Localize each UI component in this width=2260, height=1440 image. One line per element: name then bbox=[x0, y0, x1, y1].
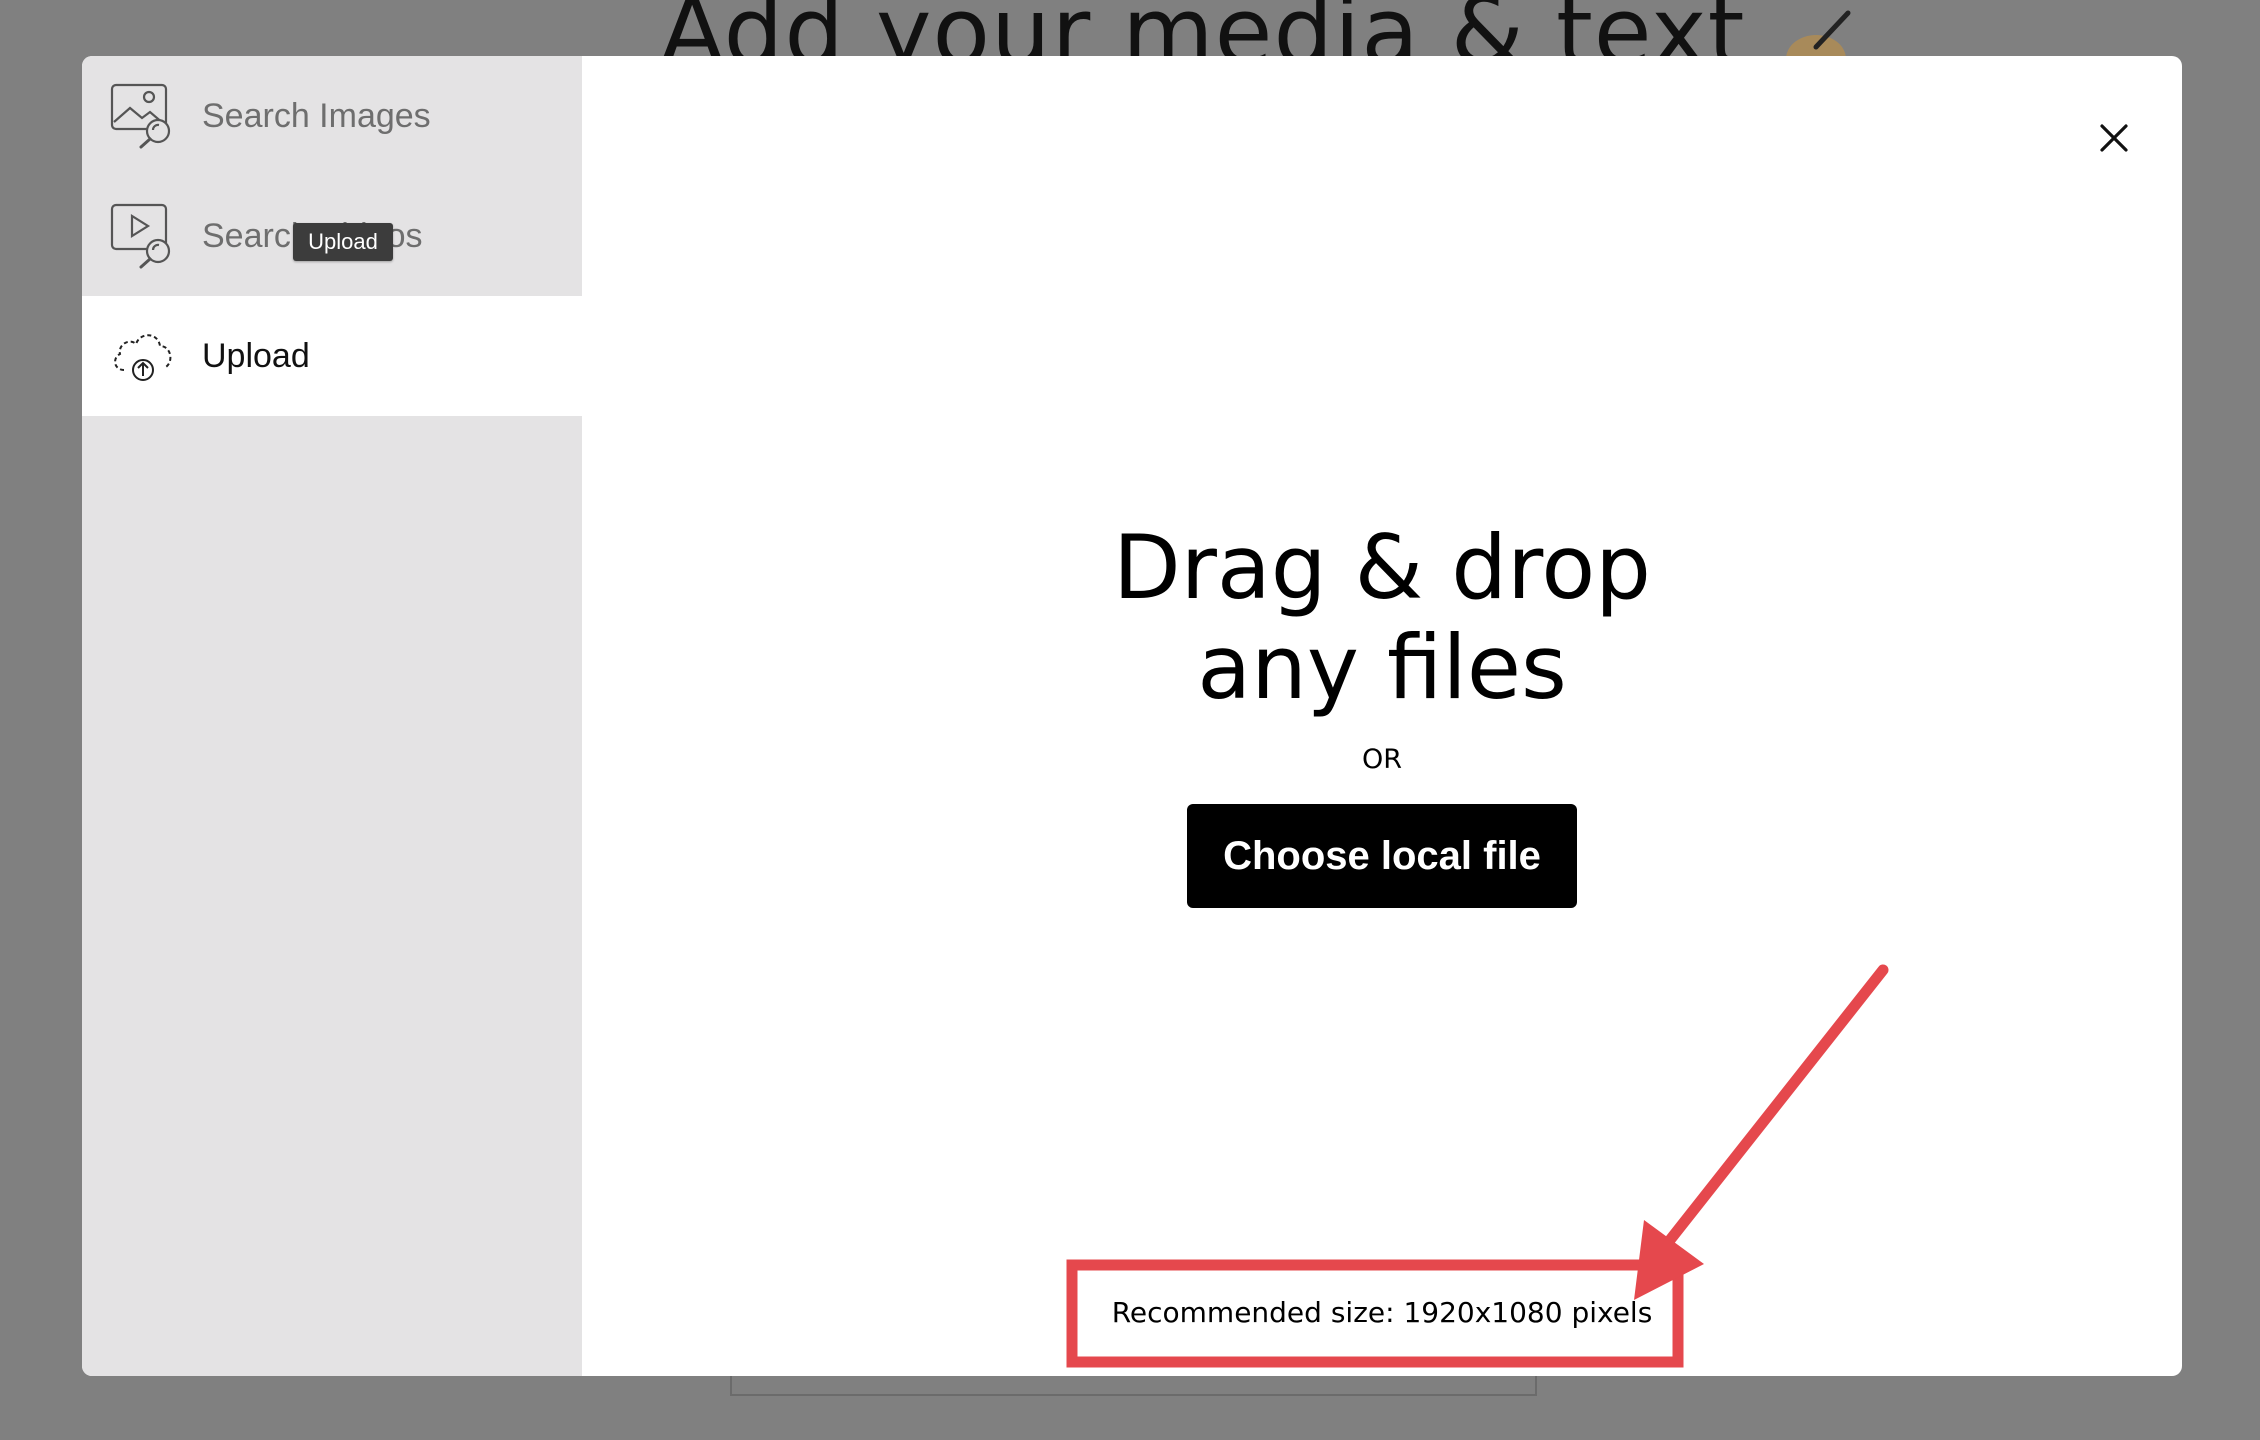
close-icon bbox=[2100, 124, 2128, 152]
choose-local-file-button[interactable]: Choose local file bbox=[1187, 804, 1577, 908]
drop-title-line-2: any files bbox=[1197, 616, 1567, 719]
cloud-upload-icon bbox=[108, 320, 178, 390]
background-content-outline bbox=[730, 1375, 1537, 1396]
search-images-icon bbox=[108, 80, 178, 150]
or-separator: OR bbox=[1361, 744, 1402, 775]
close-button[interactable] bbox=[2090, 114, 2138, 162]
recommended-size-text: Recommended size: 1920x1080 pixels bbox=[1111, 1296, 1653, 1329]
sidebar-item-label: Search Images bbox=[202, 97, 431, 135]
search-videos-icon bbox=[108, 200, 178, 270]
drop-zone-title: Drag & drop any files bbox=[582, 518, 2182, 718]
drop-title-line-1: Drag & drop bbox=[1112, 516, 1652, 619]
upload-tooltip: Upload bbox=[293, 223, 393, 261]
sidebar-item-label: Upload bbox=[202, 337, 310, 375]
media-upload-modal: Search Images Search Videos bbox=[82, 56, 2182, 1376]
sidebar-item-search-images[interactable]: Search Images bbox=[82, 56, 582, 176]
sidebar-item-upload[interactable]: Upload bbox=[82, 296, 582, 416]
